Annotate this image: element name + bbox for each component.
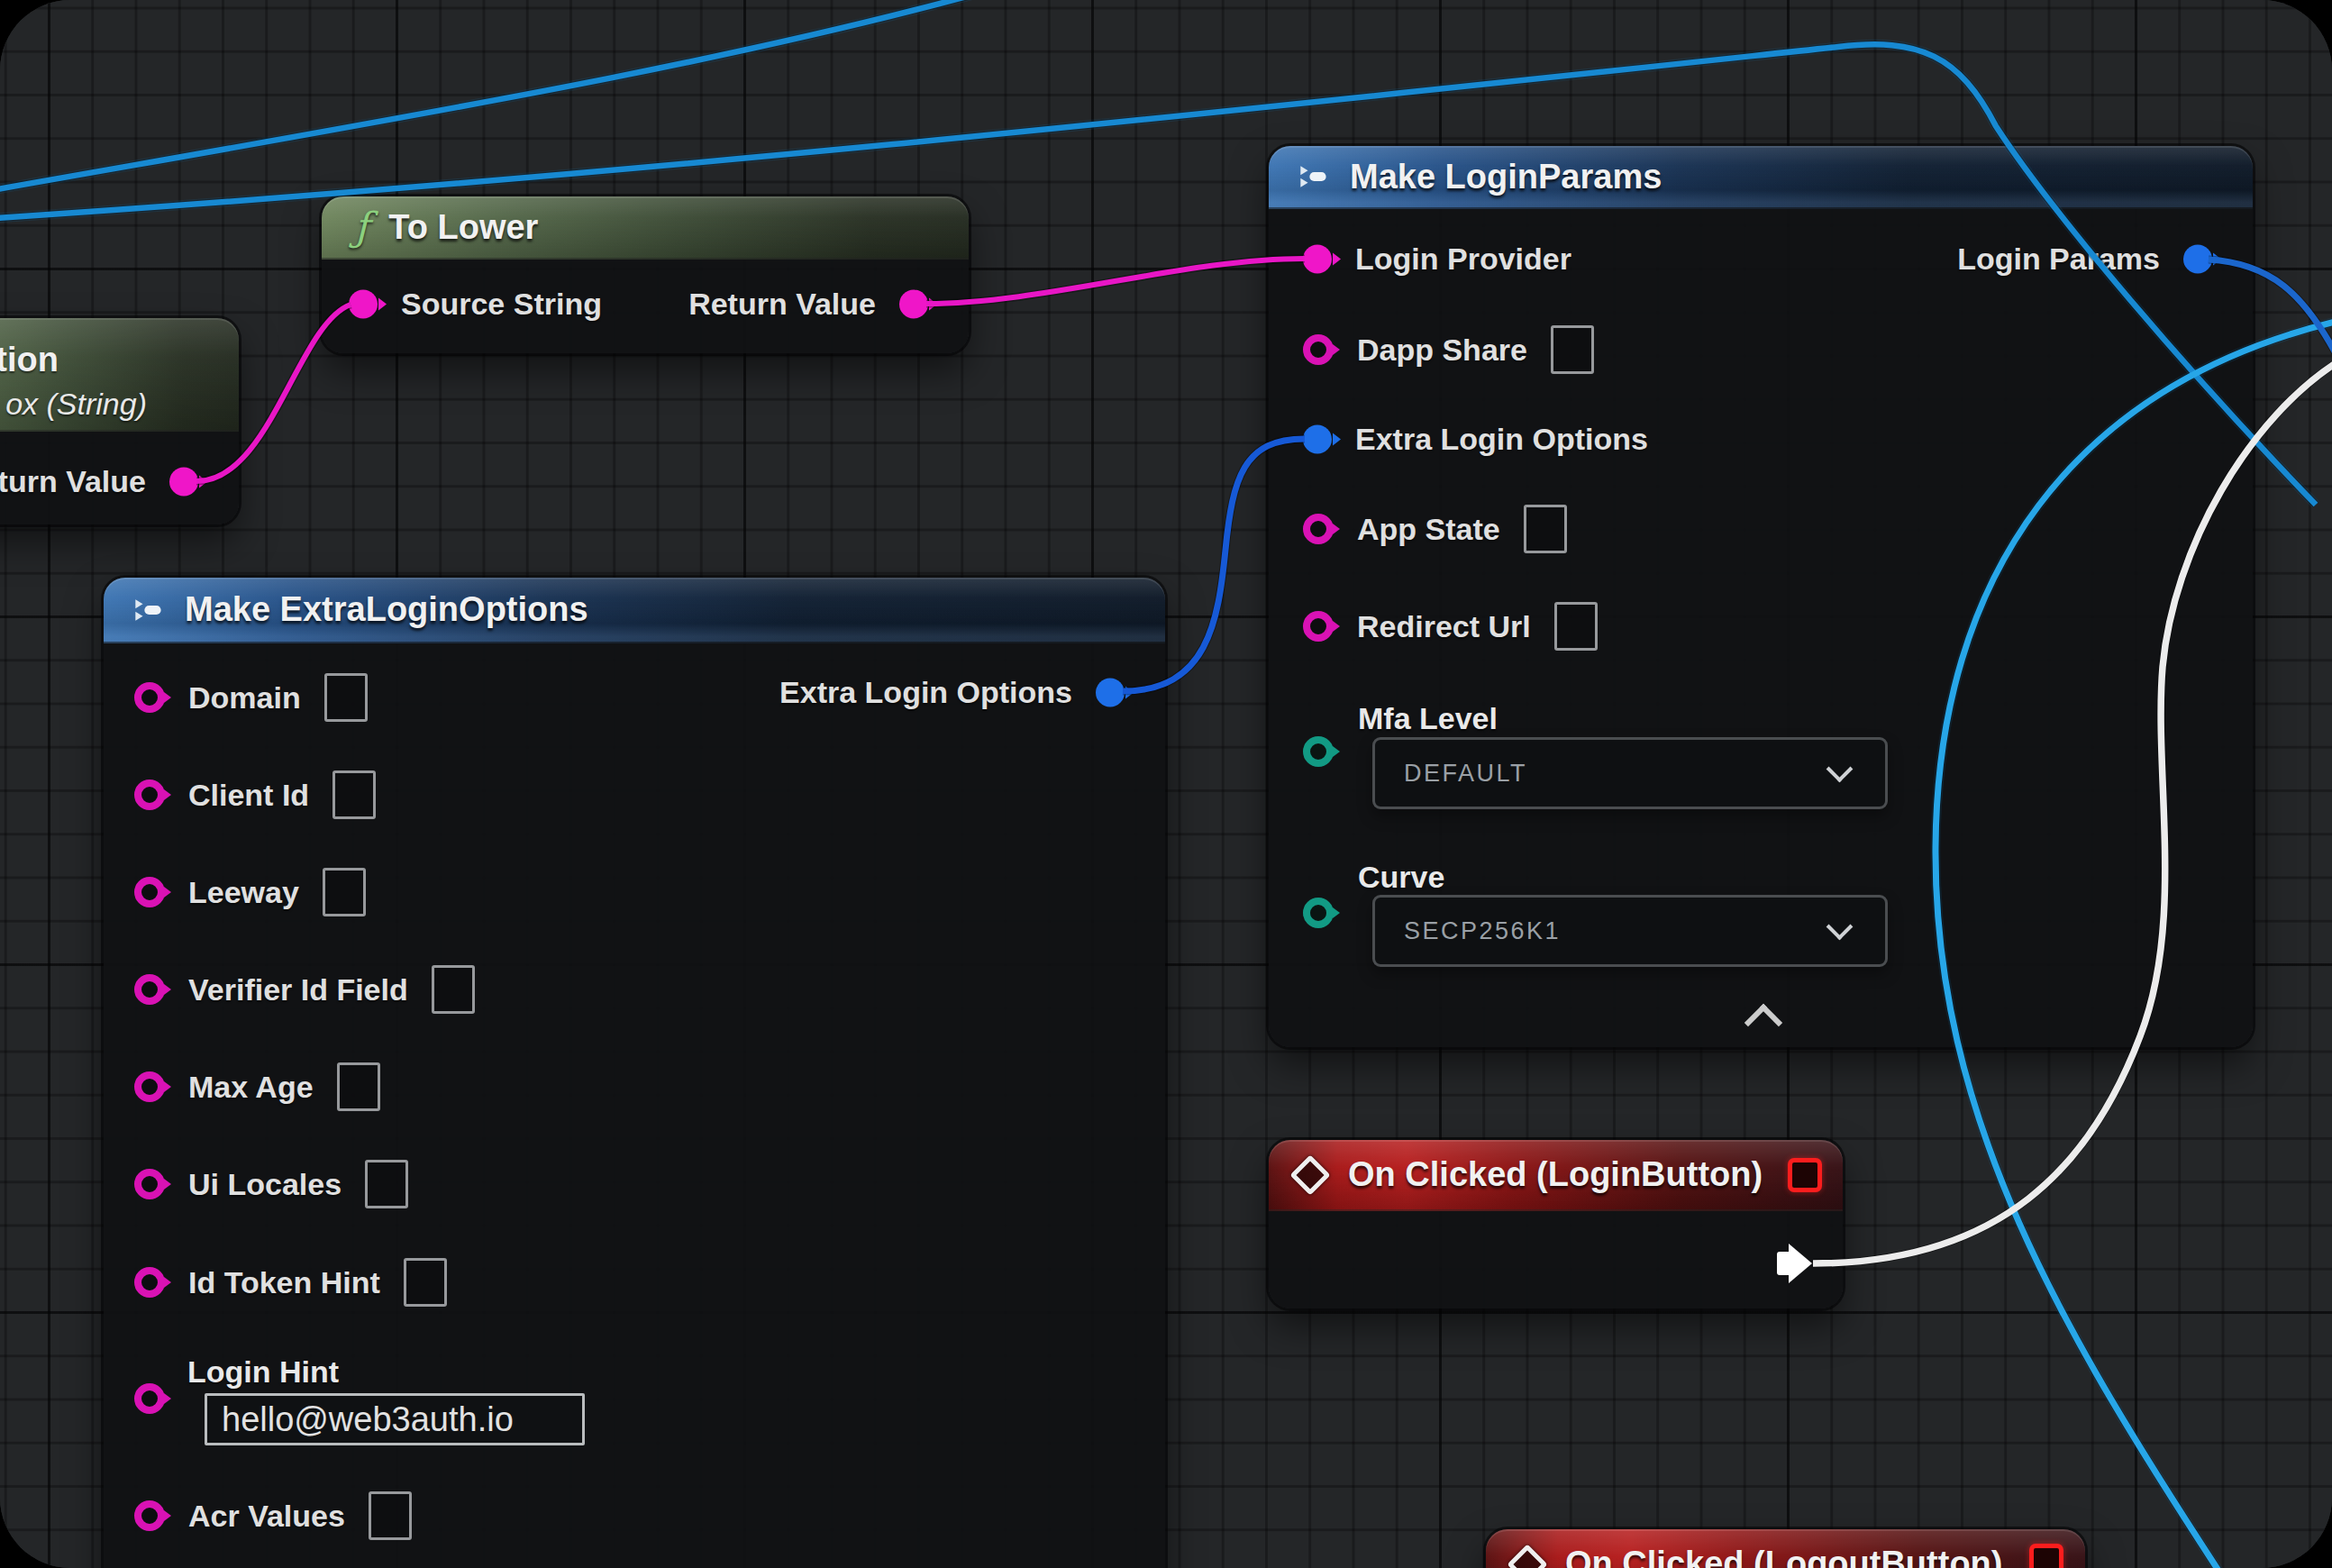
node-get-text-partial[interactable]: tion ox (String) Return Value [0,318,239,524]
make-struct-icon [1294,158,1332,196]
pin-label-domain: Domain [188,680,301,716]
curve-dropdown[interactable]: SECP256K1 [1372,895,1888,967]
pin-id-token-hint[interactable] [134,1267,165,1298]
node-title: Make ExtraLoginOptions [185,590,588,629]
event-diamond-icon [1289,1154,1330,1195]
pin-leeway[interactable] [134,877,165,907]
exec-output-pin[interactable] [1777,1244,1813,1283]
pin-login-params[interactable] [2183,244,2212,273]
curve-label: Curve [1358,860,1444,895]
collapse-node-chevron-icon[interactable] [1744,1004,1782,1042]
node-header[interactable]: On Clicked (LogoutButton) [1486,1529,2085,1568]
pin-label-dapp-share: Dapp Share [1357,333,1527,368]
pin-label-return-value: Return Value [0,464,146,499]
pin-label-login-hint: Login Hint [187,1354,339,1390]
node-title: To Lower [388,208,538,247]
pin-return-value[interactable] [169,467,198,496]
pin-label-client-id: Client Id [188,778,309,813]
pin-extra-login-options-out[interactable] [1096,678,1125,707]
node-header[interactable]: ƒ To Lower [322,196,969,260]
login-hint-input[interactable]: hello@web3auth.io [205,1393,585,1445]
pin-label-verifier-id-field: Verifier Id Field [188,972,408,1007]
checkbox-max-age[interactable] [337,1062,380,1111]
delegate-pin-icon[interactable] [1788,1158,1822,1192]
node-header[interactable]: Make ExtraLoginOptions [104,578,1165,643]
pin-mfa-level[interactable] [1303,736,1334,767]
node-subtitle: ox (String) [0,387,147,422]
mfa-level-label: Mfa Level [1358,701,1498,736]
checkbox-domain[interactable] [324,673,368,722]
node-header[interactable]: On Clicked (LoginButton) [1269,1140,1843,1211]
checkbox-dapp-share[interactable] [1551,325,1594,374]
pin-label-max-age: Max Age [188,1070,314,1105]
pin-label-extra-login-options-in: Extra Login Options [1355,422,1648,457]
pin-label-login-params: Login Params [1957,242,2160,277]
checkbox-verifier-id-field[interactable] [432,965,475,1014]
checkbox-redirect-url[interactable] [1554,602,1598,651]
mfa-level-dropdown[interactable]: DEFAULT [1372,737,1888,809]
make-struct-icon [129,591,167,629]
pin-login-provider[interactable] [1303,244,1332,273]
pin-return-value[interactable] [899,289,928,318]
node-header[interactable]: Make LoginParams [1269,146,2253,209]
node-title: tion [0,341,59,379]
pin-label-leeway: Leeway [188,875,299,910]
pin-redirect-url[interactable] [1303,611,1334,642]
function-icon: ƒ [354,207,369,247]
node-make-extra-login-options[interactable]: Make ExtraLoginOptions Extra Login Optio… [104,578,1165,1568]
pin-extra-login-options-in[interactable] [1303,424,1332,453]
pin-curve[interactable] [1303,898,1334,928]
pin-ui-locales[interactable] [134,1169,165,1199]
pin-domain[interactable] [134,682,165,713]
pin-label-id-token-hint: Id Token Hint [188,1265,380,1300]
node-make-login-params[interactable]: Make LoginParams Login Provider Login Pa… [1269,146,2253,1047]
pin-login-hint[interactable] [134,1383,165,1414]
mfa-level-value: DEFAULT [1375,760,1527,788]
pin-verifier-id-field[interactable] [134,974,165,1005]
node-on-clicked-login-button[interactable]: On Clicked (LoginButton) [1269,1140,1843,1308]
pin-label-app-state: App State [1357,512,1500,547]
pin-app-state[interactable] [1303,514,1334,544]
pin-dapp-share[interactable] [1303,334,1334,365]
pin-label-login-provider: Login Provider [1355,242,1571,277]
pin-label-extra-login-options-out: Extra Login Options [779,675,1072,710]
login-hint-value: hello@web3auth.io [222,1400,514,1439]
pin-source-string[interactable] [349,289,378,318]
node-to-lower[interactable]: ƒ To Lower Source String Return Value [322,196,969,353]
node-title: On Clicked (LogoutButton) [1565,1545,2002,1568]
node-title: On Clicked (LoginButton) [1348,1155,1763,1194]
node-title: Make LoginParams [1350,158,1662,196]
pin-acr-values[interactable] [134,1500,165,1531]
checkbox-client-id[interactable] [332,770,376,819]
event-diamond-icon [1507,1544,1547,1568]
curve-value: SECP256K1 [1375,917,1561,945]
checkbox-app-state[interactable] [1524,505,1567,553]
chevron-down-icon [1826,914,1854,941]
checkbox-ui-locales[interactable] [365,1160,408,1208]
pin-label-return-value: Return Value [688,287,876,322]
pin-max-age[interactable] [134,1071,165,1102]
checkbox-leeway[interactable] [323,868,366,916]
pin-label-redirect-url: Redirect Url [1357,609,1531,644]
pin-label-acr-values: Acr Values [188,1499,345,1534]
pin-label-ui-locales: Ui Locales [188,1167,342,1202]
pin-client-id[interactable] [134,779,165,810]
node-on-clicked-logout-button[interactable]: On Clicked (LogoutButton) [1486,1529,2085,1568]
checkbox-id-token-hint[interactable] [404,1258,447,1307]
delegate-pin-icon[interactable] [2029,1544,2063,1568]
checkbox-acr-values[interactable] [369,1491,412,1540]
chevron-down-icon [1826,756,1854,783]
blueprint-editor-viewport: tion ox (String) Return Value ƒ To Lower… [0,0,2332,1568]
pin-label-source-string: Source String [401,287,602,322]
